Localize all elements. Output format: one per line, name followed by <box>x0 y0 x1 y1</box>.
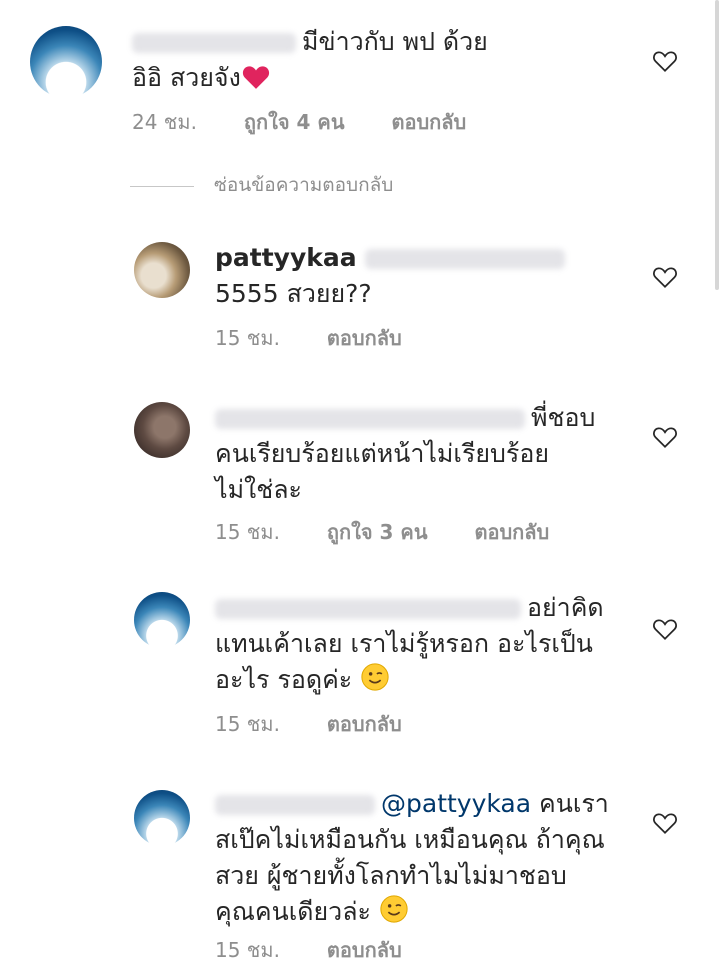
timestamp: 15 ชม. <box>215 938 280 962</box>
comment-text: อย่าคิด แทนเค้าเลย เราไม่รู้หรอก อะไรเป็… <box>215 590 645 698</box>
blurred-mention[interactable] <box>364 249 565 269</box>
comment-meta: 15 ชม. ตอบกลับ <box>215 934 442 966</box>
blurred-username[interactable] <box>215 795 375 815</box>
timestamp: 15 ชม. <box>215 326 280 350</box>
blurred-mention[interactable] <box>215 599 521 619</box>
timestamp: 15 ชม. <box>215 520 280 544</box>
reply-button[interactable]: ตอบกลับ <box>391 110 466 134</box>
comment-line: แทนเค้าเลย เราไม่รู้หรอก อะไรเป็น <box>215 629 593 658</box>
heart-outline-icon[interactable] <box>652 811 678 835</box>
reply-button[interactable]: ตอบกลับ <box>474 520 549 544</box>
timestamp: 15 ชม. <box>215 712 280 736</box>
comment-line: คนเรียบร้อยแต่หน้าไม่เรียบร้อย <box>215 439 549 468</box>
heart-outline-icon[interactable] <box>652 425 678 449</box>
comment-line: มีข่าวกับ พป ด้วย <box>302 27 488 56</box>
avatar[interactable] <box>134 242 190 298</box>
comment-text: มีข่าวกับ พป ด้วย อิอิ สวยจัง <box>132 24 632 96</box>
likes-count[interactable]: ถูกใจ 4 คน <box>244 110 345 134</box>
blurred-username[interactable] <box>132 33 296 53</box>
heart-outline-icon[interactable] <box>652 617 678 641</box>
comment-text: @pattyykaa คนเรา สเป๊คไม่เหมือนกัน เหมือ… <box>215 786 645 930</box>
username[interactable]: pattyykaa <box>215 243 357 272</box>
comment-meta: 15 ชม. ตอบกลับ <box>215 708 442 740</box>
heart-outline-icon[interactable] <box>652 49 678 73</box>
mention-link[interactable]: @pattyykaa <box>381 789 531 818</box>
red-heart-emoji <box>242 66 269 89</box>
avatar[interactable] <box>134 402 190 458</box>
comment-line: อะไร รอดูค่ะ <box>215 665 353 694</box>
avatar[interactable] <box>30 26 102 98</box>
divider-line <box>130 186 194 187</box>
comment-line: ไม่ใช่ละ <box>215 475 302 504</box>
comment-meta: 15 ชม. ตอบกลับ <box>215 322 442 354</box>
reply-button[interactable]: ตอบกลับ <box>327 326 402 350</box>
likes-count[interactable]: ถูกใจ 3 คน <box>327 520 428 544</box>
avatar[interactable] <box>134 790 190 846</box>
scrollbar[interactable] <box>715 0 719 290</box>
comment-meta: 15 ชม. ถูกใจ 3 คน ตอบกลับ <box>215 516 589 548</box>
comment-line: คนเรา <box>539 789 609 818</box>
reply-button[interactable]: ตอบกลับ <box>327 938 402 962</box>
comment-line: สเป๊คไม่เหมือนกัน เหมือนคุณ ถ้าคุณ <box>215 825 605 854</box>
reply-button[interactable]: ตอบกลับ <box>327 712 402 736</box>
comment-line: คุณคนเดียวล่ะ <box>215 897 371 926</box>
comment-line: อย่าคิด <box>527 593 604 622</box>
timestamp: 24 ชม. <box>132 110 197 134</box>
comment-meta: 24 ชม. ถูกใจ 4 คน ตอบกลับ <box>132 106 506 138</box>
hide-replies-label[interactable]: ซ่อนข้อความตอบกลับ <box>214 170 393 200</box>
blurred-username[interactable] <box>215 409 525 429</box>
heart-outline-icon[interactable] <box>652 265 678 289</box>
comment-text: พี่ชอบ คนเรียบร้อยแต่หน้าไม่เรียบร้อย ไม… <box>215 400 645 508</box>
comment-line: อิอิ สวยจัง <box>132 63 241 92</box>
winking-face-emoji <box>380 895 408 923</box>
winking-face-emoji <box>361 663 389 691</box>
avatar[interactable] <box>134 592 190 648</box>
comment-line: สวย ผู้ชายทั้งโลกทำไมไม่มาชอบ <box>215 861 567 890</box>
comment-line: 5555 สวยย?? <box>215 279 372 308</box>
comment-text: pattyykaa 5555 สวยย?? <box>215 240 635 312</box>
comment-line: พี่ชอบ <box>531 403 596 432</box>
